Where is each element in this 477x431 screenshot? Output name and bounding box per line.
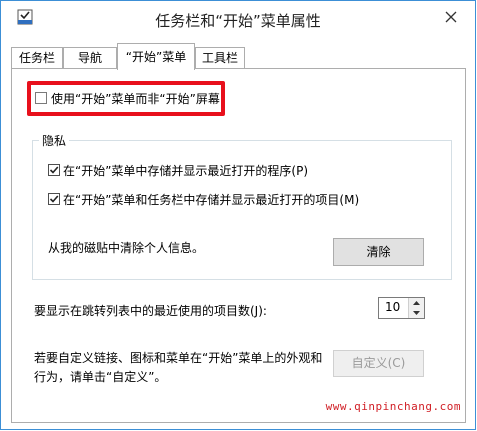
tab-start-menu[interactable]: “开始”菜单: [117, 43, 195, 70]
window-title: 任务栏和“开始”菜单属性: [155, 12, 321, 30]
customize-text-line2: 行为，请单击“自定义”。: [34, 370, 167, 384]
spin-down-button[interactable]: [408, 308, 424, 318]
checkmark-icon: [49, 166, 59, 174]
title-bar[interactable]: 任务栏和“开始”菜单属性: [1, 1, 475, 37]
arrow-up-icon: [413, 301, 420, 305]
highlight-box: [27, 81, 225, 116]
properties-dialog: 任务栏和“开始”菜单属性 任务栏 导航 “开始”菜单 工具栏 使用“开始”菜单而…: [0, 0, 476, 430]
clear-button[interactable]: 清除: [333, 238, 424, 266]
tab-toolbars[interactable]: 工具栏: [195, 47, 245, 69]
checkmark-icon: [49, 195, 59, 203]
jump-list-label: 要显示在跳转列表中的最近使用的项目数(J):: [34, 304, 267, 318]
arrow-down-icon: [413, 311, 420, 315]
tab-navigation[interactable]: 导航: [63, 47, 117, 69]
jump-list-count-spinner[interactable]: 10: [378, 297, 425, 319]
privacy-group-title: 隐私: [39, 132, 70, 149]
customize-text-line1: 若要自定义链接、图标和菜单在“开始”菜单上的外观和: [34, 351, 323, 365]
store-items-label[interactable]: 在“开始”菜单和任务栏中存储并显示最近打开的项目(M): [63, 191, 359, 208]
close-icon: [445, 11, 457, 23]
jump-list-count-value[interactable]: 10: [385, 300, 400, 314]
site-watermark: www.qinpinchang.com: [325, 400, 461, 413]
store-programs-checkbox[interactable]: [48, 164, 60, 176]
close-button[interactable]: [437, 6, 465, 28]
clear-tiles-text: 从我的磁贴中清除个人信息。: [48, 241, 205, 255]
tab-taskbar[interactable]: 任务栏: [11, 47, 63, 69]
store-items-checkbox[interactable]: [48, 193, 60, 205]
customize-button[interactable]: 自定义(C): [333, 350, 424, 377]
store-programs-label[interactable]: 在“开始”菜单中存储并显示最近打开的程序(P): [63, 162, 308, 179]
